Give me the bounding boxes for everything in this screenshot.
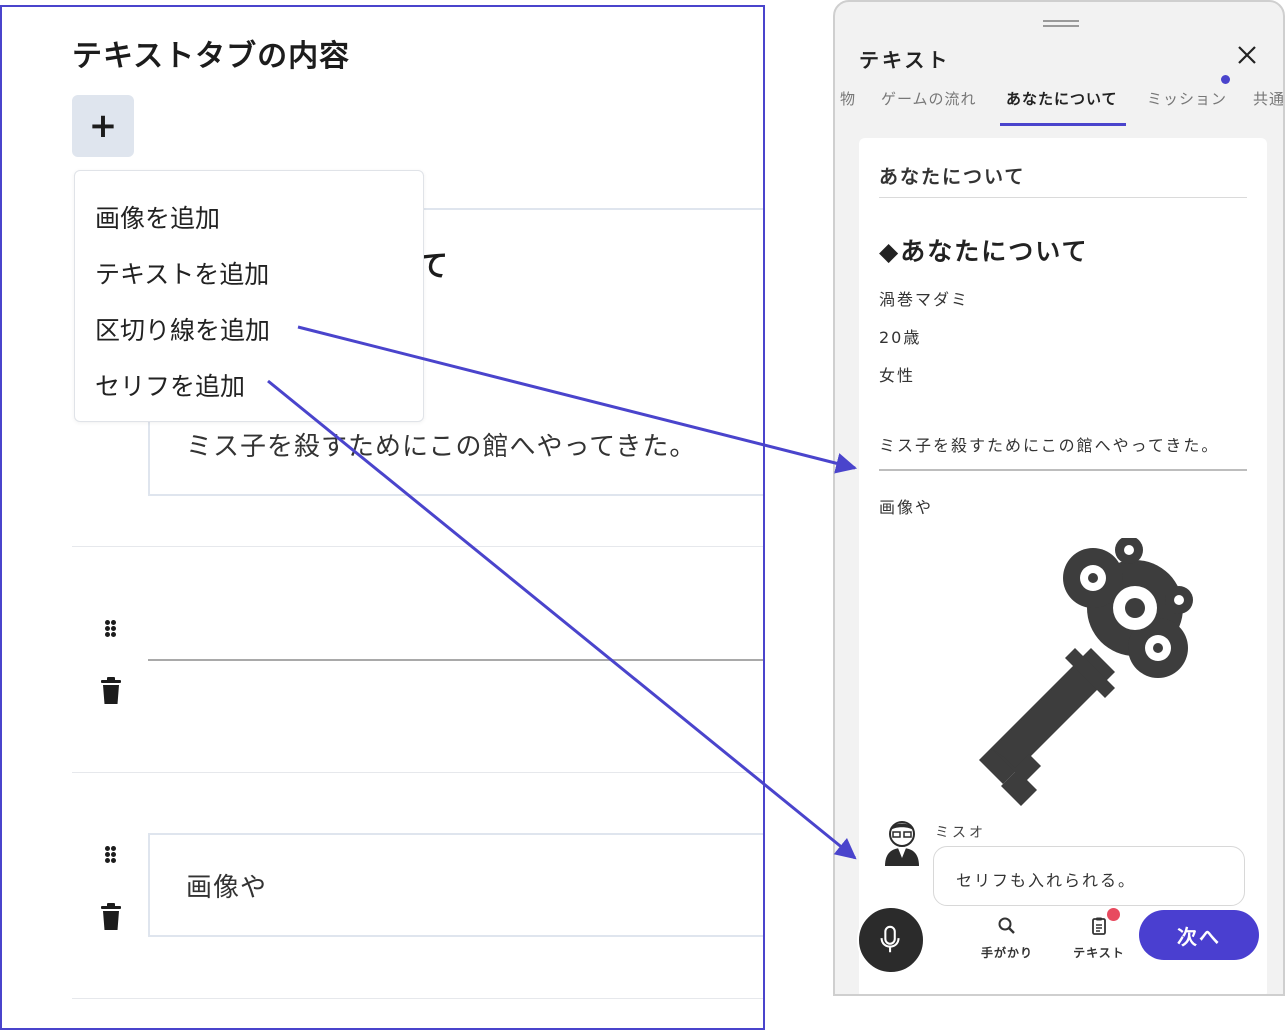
clipboard-icon: [1092, 917, 1106, 935]
notification-badge: [1107, 908, 1120, 921]
plus-icon: +: [88, 106, 118, 146]
editor-title: テキストタブの内容: [72, 39, 351, 74]
text-block-card[interactable]: 画像や: [148, 833, 763, 937]
text-tab-editor: テキストタブの内容 + ミス子を殺すためにこの館へやってきた。 て 画像や 画像…: [0, 5, 765, 1030]
content-sentence: ミス子を殺すためにこの館へやってきた。: [879, 436, 1220, 455]
block-separator: [72, 546, 763, 547]
menu-item-add-divider[interactable]: 区切り線を追加: [95, 311, 270, 347]
next-button[interactable]: 次へ: [1139, 910, 1259, 960]
clue-button[interactable]: 手がかり: [977, 916, 1037, 960]
profile-age: 20歳: [879, 328, 922, 347]
tab-common[interactable]: 共通: [1253, 88, 1283, 109]
speech-text: セリフも入れられる。: [956, 871, 1137, 890]
close-icon[interactable]: [1235, 43, 1259, 67]
trash-icon[interactable]: [99, 677, 123, 705]
tab-game-flow[interactable]: ゲームの流れ: [881, 88, 977, 109]
drag-handle-icon[interactable]: [105, 620, 119, 638]
tab-mission[interactable]: ミッション: [1147, 88, 1227, 109]
key-image: [979, 538, 1193, 806]
tab-items[interactable]: 物: [840, 88, 856, 109]
phone-preview: テキスト 物 ゲームの流れ あなたについて ミッション 共通 あなたについて ◆…: [833, 0, 1285, 996]
profile-name: 渦巻マダミ: [879, 290, 970, 309]
bottom-bar: 手がかり テキスト 次へ: [857, 906, 1261, 974]
content-divider: [879, 469, 1247, 471]
sheet-title: テキスト: [859, 48, 951, 72]
text-block-content: ミス子を殺すためにこの館へやってきた。: [186, 432, 697, 462]
avatar-icon: [885, 821, 919, 866]
sheet-grabber[interactable]: [1043, 20, 1079, 28]
block-separator: [72, 772, 763, 773]
image-caption: 画像や: [879, 498, 934, 517]
tab-notification-dot: [1221, 75, 1230, 84]
mic-icon: [880, 925, 900, 953]
clue-label: 手がかり: [980, 946, 1033, 960]
speech-bubble: セリフも入れられる。: [933, 846, 1245, 906]
menu-item-add-dialogue[interactable]: セリフを追加: [95, 367, 245, 403]
text-button[interactable]: テキスト: [1067, 916, 1131, 960]
add-content-menu: 画像を追加 テキストを追加 区切り線を追加 セリフを追加: [74, 170, 424, 422]
trash-icon[interactable]: [99, 903, 123, 931]
drag-handle-icon[interactable]: [105, 846, 119, 864]
menu-item-add-text[interactable]: テキストを追加: [95, 255, 269, 291]
profile-gender: 女性: [879, 366, 916, 385]
search-icon: [998, 917, 1015, 934]
menu-item-add-image[interactable]: 画像を追加: [95, 199, 220, 235]
speaker-name: ミスオ: [935, 825, 986, 841]
block-separator: [72, 998, 763, 999]
active-tab-indicator: [1000, 123, 1126, 126]
content-heading: ◆あなたについて: [879, 237, 1089, 266]
section-rule: [879, 197, 1247, 198]
mic-button[interactable]: [857, 906, 925, 974]
tab-about-you[interactable]: あなたについて: [1006, 88, 1118, 109]
divider-block[interactable]: [148, 659, 763, 661]
add-content-button[interactable]: +: [72, 95, 134, 157]
section-title: あなたについて: [879, 166, 1026, 188]
text-label: テキスト: [1073, 946, 1125, 960]
content-card: あなたについて ◆あなたについて 渦巻マダミ 20歳 女性 ミス子を殺すためにこ…: [859, 138, 1267, 994]
text-block-content: 画像や: [186, 873, 268, 903]
